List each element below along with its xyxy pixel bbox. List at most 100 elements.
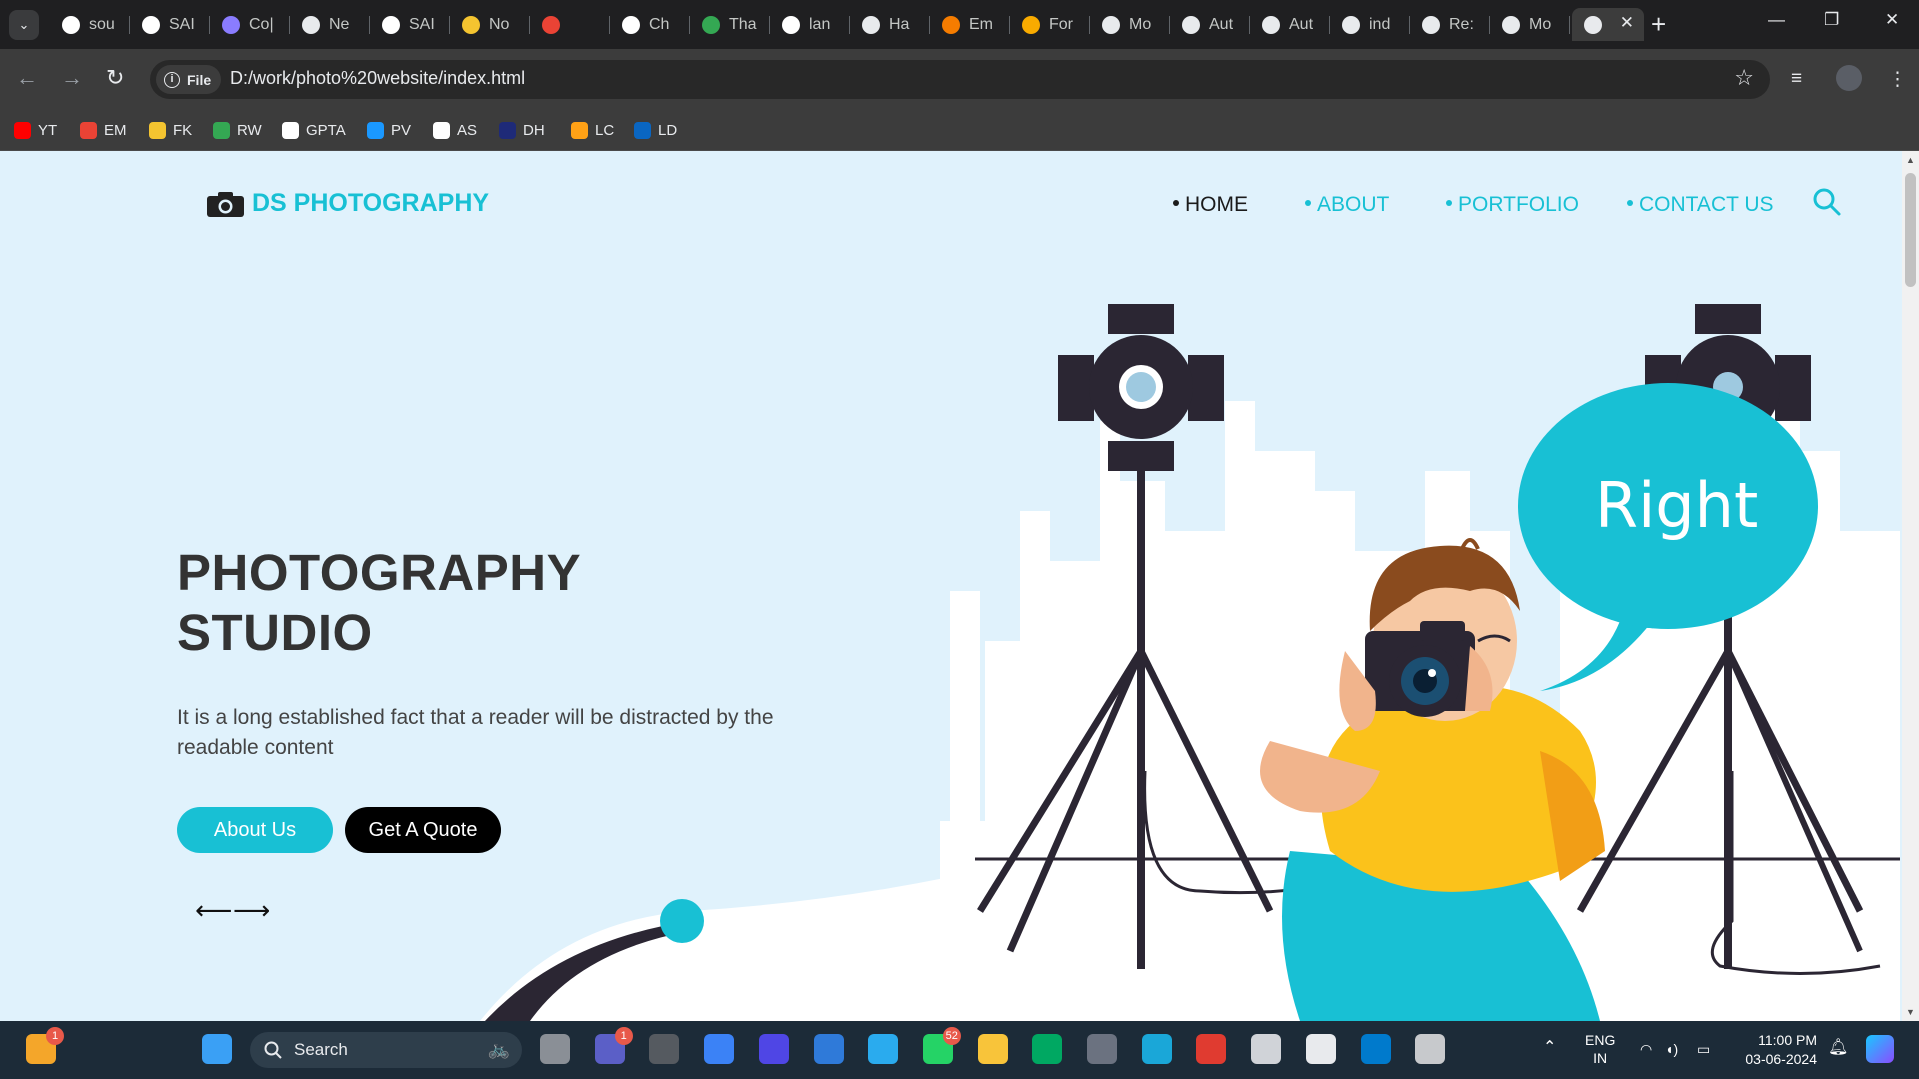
reload-button[interactable]: ↻: [106, 64, 124, 92]
bookmark-item[interactable]: PV: [367, 119, 411, 141]
google-icon: [782, 15, 800, 34]
taskbar-clock[interactable]: 11:00 PM 03-06-2024: [1735, 1031, 1817, 1069]
notes-icon[interactable]: [1251, 1034, 1282, 1064]
grid-icon: [382, 15, 400, 34]
editor-icon[interactable]: [758, 1034, 789, 1064]
browser-tab[interactable]: SAI: [370, 8, 450, 41]
site-logo[interactable]: DS PHOTOGRAPHY: [207, 189, 489, 218]
slider-next-arrow-icon[interactable]: ⟶: [233, 897, 270, 923]
store-icon[interactable]: [704, 1034, 735, 1064]
battery-icon[interactable]: ▭: [1697, 1040, 1710, 1058]
forward-button[interactable]: →: [61, 64, 83, 92]
nav-contact-us[interactable]: CONTACT US: [1627, 193, 1774, 217]
file-explorer-icon[interactable]: [977, 1034, 1008, 1064]
new-tab-button[interactable]: +: [1651, 9, 1666, 39]
start-icon[interactable]: [202, 1034, 232, 1064]
browser-tab[interactable]: lan: [770, 8, 850, 41]
bookmark-item[interactable]: GPTA: [282, 119, 346, 141]
bookmark-item[interactable]: YT: [14, 119, 57, 141]
browser-tab[interactable]: [530, 8, 610, 41]
flipkart-icon: [149, 121, 166, 139]
telegram-icon[interactable]: [868, 1034, 899, 1064]
scroll-up-icon[interactable]: ▲: [1906, 155, 1915, 165]
task-view-icon[interactable]: [540, 1034, 570, 1064]
media-player-icon[interactable]: [1196, 1034, 1227, 1064]
page-scrollbar[interactable]: ▲ ▼: [1902, 151, 1919, 1021]
nav-contact-label: CONTACT US: [1639, 193, 1774, 216]
whatsapp-icon[interactable]: 52: [922, 1027, 961, 1064]
taskbar-search[interactable]: Search 🚲: [250, 1032, 522, 1068]
browser-tab[interactable]: Em: [930, 8, 1010, 41]
bookmark-item[interactable]: RW: [213, 119, 262, 141]
show-hidden-icons-icon[interactable]: ⌃: [1543, 1039, 1556, 1057]
browser-tab[interactable]: Mo: [1490, 8, 1570, 41]
browser-tab[interactable]: ind: [1330, 8, 1410, 41]
browser-tab[interactable]: Re:: [1410, 8, 1490, 41]
wifi-icon[interactable]: ◠: [1640, 1040, 1652, 1058]
bookmark-item[interactable]: FK: [149, 119, 192, 141]
slider-prev-arrow-icon[interactable]: ⟵: [195, 897, 232, 923]
restore-button[interactable]: ❐: [1824, 10, 1839, 30]
browser-tab[interactable]: Mo: [1090, 8, 1170, 41]
browser-tab[interactable]: sou: [50, 8, 130, 41]
browser-tab[interactable]: Co|: [210, 8, 290, 41]
browser-tab[interactable]: ✕: [1572, 8, 1644, 41]
linkedin-icon: [634, 121, 651, 139]
browser-tab[interactable]: Tha: [690, 8, 770, 41]
url-text[interactable]: D:/work/photo%20website/index.html: [230, 68, 525, 89]
scroll-thumb[interactable]: [1905, 173, 1916, 287]
copilot-icon[interactable]: [1866, 1035, 1894, 1063]
language-indicator[interactable]: ENG IN: [1585, 1031, 1615, 1067]
bookmark-item[interactable]: LC: [571, 119, 614, 141]
nav-home-label: HOME: [1185, 193, 1248, 216]
weather-icon[interactable]: 1: [26, 1027, 64, 1064]
bookmark-item[interactable]: DH: [499, 119, 545, 141]
bookmark-star-icon[interactable]: ☆: [1734, 65, 1754, 91]
back-button[interactable]: ←: [16, 64, 38, 92]
close-tab-icon[interactable]: ✕: [1620, 13, 1634, 33]
media-control-icon[interactable]: ≡: [1791, 68, 1802, 90]
nav-portfolio[interactable]: PORTFOLIO: [1446, 193, 1579, 217]
address-bar[interactable]: i File D:/work/photo%20website/index.htm…: [150, 60, 1770, 99]
nav-home[interactable]: HOME: [1173, 193, 1248, 217]
site-info-chip[interactable]: i File: [156, 65, 222, 94]
close-window-button[interactable]: ✕: [1885, 10, 1899, 30]
browser-tab[interactable]: No: [450, 8, 530, 41]
language-bottom: IN: [1593, 1050, 1608, 1066]
scroll-down-icon[interactable]: ▼: [1906, 1007, 1915, 1017]
browser-tab[interactable]: Ne: [290, 8, 370, 41]
browser-tab[interactable]: For: [1010, 8, 1090, 41]
browser-toolbar: ← → ↻ i File D:/work/photo%20website/ind…: [0, 49, 1919, 109]
browser-tab[interactable]: Aut: [1250, 8, 1330, 41]
get-a-quote-button[interactable]: Get A Quote: [345, 807, 501, 853]
forms-icon: [1022, 15, 1040, 34]
notification-bell-icon[interactable]: 🔔︎: [1828, 1039, 1848, 1057]
nav-about[interactable]: ABOUT: [1305, 193, 1389, 217]
meet-icon[interactable]: [1032, 1034, 1063, 1064]
vscode-icon[interactable]: [1360, 1034, 1391, 1064]
browser-tab[interactable]: SAI: [130, 8, 210, 41]
bookmark-item[interactable]: AS: [433, 119, 477, 141]
hero-description: It is a long established fact that a rea…: [177, 706, 774, 759]
bookmark-item[interactable]: EM: [80, 119, 127, 141]
profile-avatar[interactable]: [1836, 65, 1862, 91]
calculator-icon[interactable]: [1087, 1034, 1117, 1064]
browser-menu-icon[interactable]: ⋮: [1888, 68, 1907, 91]
about-us-button[interactable]: About Us: [177, 807, 333, 853]
mail-icon[interactable]: [813, 1034, 844, 1064]
tab-search-chevron-icon[interactable]: ⌄: [9, 10, 39, 40]
bookmark-item[interactable]: LD: [634, 119, 677, 141]
snipping-tool-icon[interactable]: [1415, 1034, 1446, 1064]
browser-tab[interactable]: Ha: [850, 8, 930, 41]
search-icon[interactable]: [1812, 187, 1842, 217]
browser-tab[interactable]: Ch: [610, 8, 690, 41]
minimize-button[interactable]: —: [1768, 10, 1785, 30]
obs-icon[interactable]: [649, 1034, 680, 1064]
teams-icon[interactable]: 1: [594, 1027, 633, 1064]
maps-icon: [702, 15, 720, 34]
volume-icon[interactable]: ◖): [1665, 1040, 1678, 1058]
browser-tab[interactable]: Aut: [1170, 8, 1250, 41]
globe-icon: [862, 15, 880, 34]
edge-icon[interactable]: [1141, 1034, 1172, 1064]
chrome-icon[interactable]: [1305, 1034, 1336, 1064]
